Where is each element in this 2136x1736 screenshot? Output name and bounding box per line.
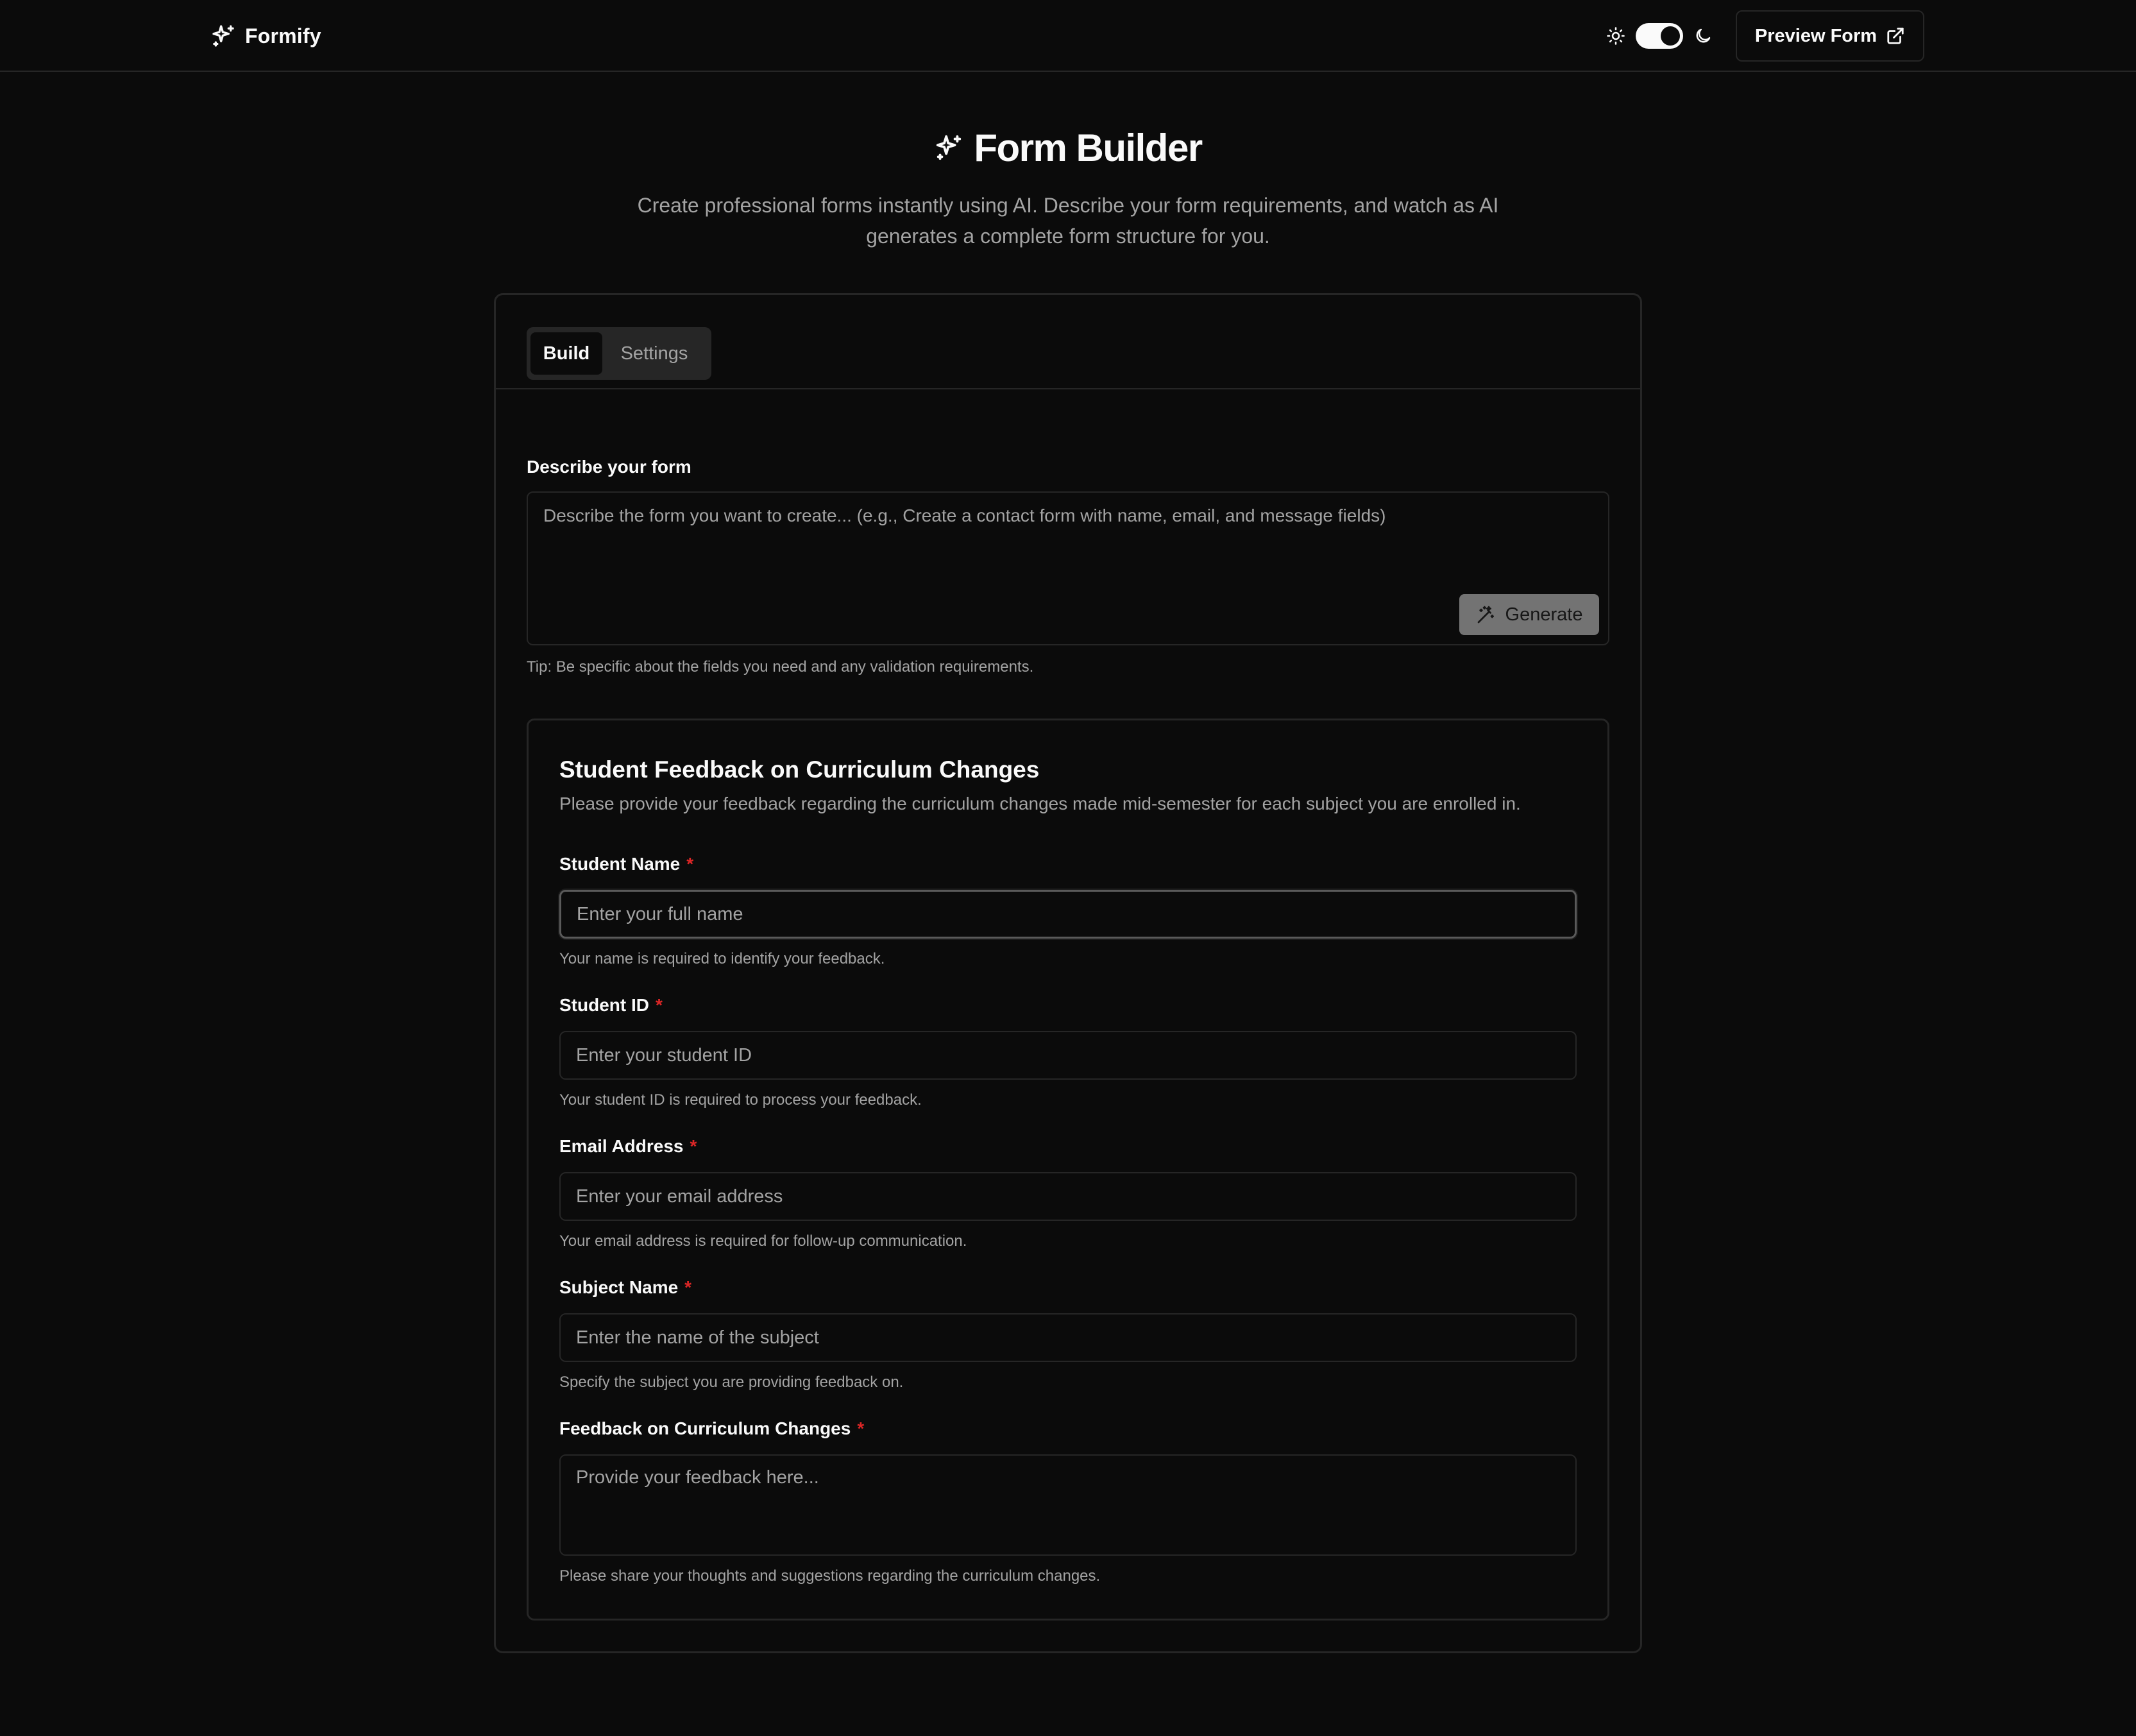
form-description: Please provide your feedback regarding t…: [559, 794, 1521, 813]
describe-form-label: Describe your form: [527, 457, 691, 477]
divider: [496, 388, 1640, 389]
student-name-input[interactable]: Enter your full name: [559, 890, 1577, 939]
field-help: Your email address is required for follo…: [559, 1232, 967, 1250]
form-description-placeholder: Describe the form you want to create... …: [543, 506, 1386, 525]
tip-text: Tip: Be specific about the fields you ne…: [527, 658, 1034, 676]
email-input[interactable]: Enter your email address: [559, 1172, 1577, 1221]
field-student-id: Student ID * Enter your student ID Your s…: [559, 995, 1577, 1109]
field-label: Student Name *: [559, 854, 1577, 877]
form-title: Student Feedback on Curriculum Changes: [559, 756, 1040, 783]
generated-form: Student Feedback on Curriculum Changes P…: [527, 719, 1609, 1621]
field-label-text: Student Name: [559, 854, 681, 874]
tab-settings[interactable]: Settings: [606, 332, 702, 375]
generate-button[interactable]: Generate: [1459, 594, 1599, 635]
required-asterisk: *: [690, 1136, 697, 1156]
field-help: Your name is required to identify your f…: [559, 950, 885, 967]
required-asterisk: *: [686, 854, 694, 874]
page-description: Create professional forms instantly usin…: [637, 194, 1499, 248]
field-help: Please share your thoughts and suggestio…: [559, 1567, 1101, 1585]
external-link-icon: [1886, 26, 1905, 46]
sparkles-icon: [210, 23, 236, 49]
page-title: Form Builder: [0, 122, 2136, 173]
field-label: Email Address *: [559, 1136, 1577, 1159]
field-label-text: Student ID: [559, 995, 649, 1015]
preview-form-label: Preview Form: [1754, 25, 1877, 46]
required-asterisk: *: [684, 1277, 692, 1297]
student-id-input[interactable]: Enter your student ID: [559, 1031, 1577, 1080]
generate-label: Generate: [1505, 604, 1583, 625]
required-asterisk: *: [656, 995, 663, 1015]
sparkles-icon: [934, 133, 963, 162]
field-label: Feedback on Curriculum Changes *: [559, 1418, 1577, 1442]
sun-icon: [1606, 26, 1625, 46]
field-email-address: Email Address * Enter your email address …: [559, 1136, 1577, 1250]
field-feedback: Feedback on Curriculum Changes * Provide …: [559, 1418, 1577, 1585]
theme-switcher: [1606, 22, 1713, 50]
field-subject-name: Subject Name * Enter the name of the subj…: [559, 1277, 1577, 1391]
field-student-name: Student Name * Enter your full name Your …: [559, 854, 1577, 968]
field-label-text: Feedback on Curriculum Changes: [559, 1418, 851, 1438]
field-label: Subject Name *: [559, 1277, 1577, 1300]
brand-name: Formify: [245, 24, 321, 47]
required-asterisk: *: [857, 1418, 865, 1438]
field-help: Your student ID is required to process y…: [559, 1091, 922, 1109]
tab-build[interactable]: Build: [530, 332, 602, 375]
form-builder-card: Build Settings Describe your form Descri…: [494, 293, 1642, 1653]
field-label: Student ID *: [559, 995, 1577, 1018]
brand[interactable]: Formify: [210, 22, 321, 50]
form-description-textarea[interactable]: Describe the form you want to create... …: [527, 491, 1609, 645]
field-label-text: Subject Name: [559, 1277, 679, 1297]
subject-name-input[interactable]: Enter the name of the subject: [559, 1313, 1577, 1362]
moon-icon: [1693, 26, 1713, 46]
field-label-text: Email Address: [559, 1136, 684, 1156]
field-help: Specify the subject you are providing fe…: [559, 1374, 904, 1391]
tab-list: Build Settings: [527, 327, 711, 380]
theme-toggle[interactable]: [1636, 23, 1683, 49]
feedback-textarea[interactable]: Provide your feedback here...: [559, 1454, 1577, 1556]
magic-wand-icon: [1476, 604, 1496, 625]
preview-form-button[interactable]: Preview Form: [1736, 10, 1924, 62]
theme-toggle-knob: [1661, 26, 1680, 46]
top-nav-bar: Formify Preview Form: [0, 0, 2136, 72]
page-title-text: Form Builder: [974, 126, 1203, 169]
